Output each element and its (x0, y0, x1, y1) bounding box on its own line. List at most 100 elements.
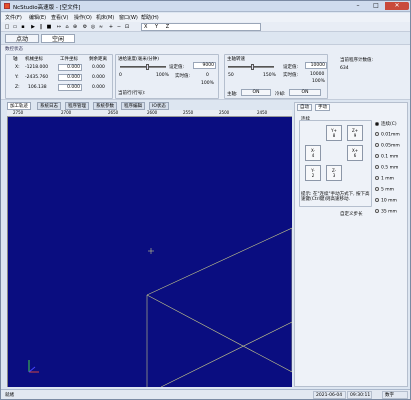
machine-y-value: -2435.760 (25, 75, 49, 80)
maximize-button[interactable]: □ (367, 2, 385, 10)
step-0.01-radio[interactable]: 0.01mm (375, 132, 400, 138)
view-tabs: 加工轨迹 系统日志 程序管理 系统参数 程序编辑 IO状态 (7, 102, 292, 110)
coord-x-label: X (144, 24, 148, 30)
spindle-on-button[interactable]: ON (241, 89, 271, 96)
menu-machine[interactable]: 机床(M) (96, 14, 114, 21)
step-0.05-radio[interactable]: 0.05mm (375, 143, 400, 149)
jog-y-plus-key: 8 (332, 133, 336, 138)
feed-min-label: 0 (119, 73, 122, 78)
jog-z-minus-button[interactable]: Z- 3 (326, 165, 342, 181)
menu-operate[interactable]: 操作(O) (74, 14, 92, 21)
manual-hint: 提示: 在"连续"手动方式下, 按下高速键(Ctrl键)则高速移动. (301, 192, 370, 202)
minimize-button[interactable]: – (349, 2, 367, 10)
tab-program-manager[interactable]: 程序管理 (65, 102, 89, 110)
work-y-field[interactable]: 0.000 (58, 74, 82, 81)
step-1-label: 1 mm (381, 176, 395, 182)
zoom-out-icon[interactable]: − (116, 24, 122, 30)
step-0.1-radio[interactable]: 0.1 mm (375, 154, 398, 160)
spindle-percent: 100% (312, 79, 325, 84)
step-0.01-label: 0.01mm (381, 132, 400, 138)
step-5-radio[interactable]: 5 mm (375, 187, 394, 193)
step-35-radio[interactable]: 35 mm (375, 209, 397, 215)
stop-icon[interactable]: ■ (46, 24, 52, 30)
zoom-in-icon[interactable]: + (108, 24, 114, 30)
fit-view-icon[interactable]: ⊡ (124, 24, 130, 30)
feed-slider[interactable] (120, 66, 166, 68)
step-1-radio[interactable]: 1 mm (375, 176, 394, 182)
tab-manual[interactable]: 手动 (315, 104, 330, 111)
home-icon[interactable]: ⌂ (64, 24, 70, 30)
current-position-icon (148, 248, 154, 254)
mode-jog-tab[interactable]: 点动 (5, 34, 39, 43)
new-file-icon[interactable]: □ (4, 24, 10, 30)
menu-view[interactable]: 查看(V) (51, 14, 68, 21)
spindle-set-label: 设定值: (283, 65, 299, 70)
spindle-slider-handle[interactable] (251, 64, 254, 70)
status-time: 09:30:11 (347, 391, 372, 399)
step-10-radio[interactable]: 10 mm (375, 198, 397, 204)
tab-system-log[interactable]: 系统日志 (37, 102, 61, 110)
feed-set-field[interactable]: 9000 (193, 62, 216, 69)
status-bar: 就绪 2021-06-04 09:30:11 数字 (1, 389, 410, 399)
step-0.5-radio[interactable]: 0.5 mm (375, 165, 398, 171)
tab-program-editor[interactable]: 程序编辑 (121, 102, 145, 110)
open-folder-icon[interactable]: ▭ (12, 24, 18, 30)
remaining-x-value: 0.000 (92, 65, 105, 70)
status-text: 就绪 (5, 393, 14, 398)
spindle-title: 主轴转速 (227, 57, 245, 62)
toolbar: □ ▭ ▪ ▶ ‖ ■ ↦ ⌂ ⊕ ⚙ ◎ ≈ + − ⊡ X Y Z (1, 22, 410, 32)
custom-step-button[interactable]: 自定义步长 (340, 211, 363, 217)
workcount-label: 当前程序计数值: (340, 58, 374, 63)
status-date: 2021-06-04 (313, 391, 346, 399)
jog-x-minus-button[interactable]: X- 4 (305, 145, 321, 161)
menu-bar: 文件(F) 编辑(E) 查看(V) 操作(O) 机床(M) 窗口(W) 帮助(H… (1, 13, 410, 22)
tab-auto[interactable]: 自动 (297, 104, 312, 111)
step-10-label: 10 mm (381, 198, 397, 204)
menu-window[interactable]: 窗口(W) (119, 14, 138, 21)
menu-help[interactable]: 帮助(H) (141, 14, 159, 21)
axis-header: 轴 (13, 57, 18, 62)
axis-z-label: Z: (15, 85, 20, 90)
toolpath-line (146, 294, 292, 373)
jog-x-plus-button[interactable]: X+ 6 (347, 145, 363, 161)
jog-x-plus-key: 6 (353, 153, 357, 158)
nc-state-panel: 数控状态 轴 机械坐标 工件坐标 剩余距离 X: -1218.000 0.000… (1, 44, 410, 100)
work-x-field[interactable]: 0.000 (58, 64, 82, 71)
remaining-header: 剩余距离 (89, 57, 107, 62)
origin-icon[interactable]: ⊕ (72, 24, 78, 30)
step-continuous-label: 连续(C) (381, 122, 397, 127)
spindle-set-field[interactable]: 10000 (305, 62, 327, 69)
machine-z-value: 106.138 (28, 85, 47, 90)
coolant-icon[interactable]: ≈ (98, 24, 104, 30)
spindle-icon[interactable]: ◎ (90, 24, 96, 30)
work-z-field[interactable]: 0.000 (58, 84, 82, 91)
feed-max-label: 100% (156, 73, 169, 78)
menu-edit[interactable]: 编辑(E) (29, 14, 46, 21)
tool-icon[interactable]: ⚙ (82, 24, 88, 30)
coordinate-input[interactable]: X Y Z (141, 23, 261, 31)
axis-indicator-icon (28, 360, 39, 373)
remaining-y-value: 0.000 (92, 75, 105, 80)
step-icon[interactable]: ↦ (56, 24, 62, 30)
coord-z-label: Z (165, 24, 170, 30)
mode-idle-tab[interactable]: 空闲 (41, 34, 75, 43)
spindle-actual-label: 实时值: (283, 73, 299, 78)
coolant-on-button[interactable]: ON (289, 89, 321, 96)
jog-y-plus-button[interactable]: Y+ 8 (326, 125, 342, 141)
tab-system-params[interactable]: 系统参数 (93, 102, 117, 110)
jog-y-minus-button[interactable]: Y- 2 (305, 165, 321, 181)
spindle-actual-value: 10000 (310, 72, 325, 77)
save-icon[interactable]: ▪ (20, 24, 26, 30)
pause-icon[interactable]: ‖ (38, 24, 44, 30)
spindle-max-label: 150% (263, 73, 276, 78)
title-bar: NcStudio高速版 - [空文件] – □ ✕ (1, 1, 410, 12)
menu-file[interactable]: 文件(F) (5, 14, 22, 21)
feed-slider-handle[interactable] (146, 64, 149, 70)
tab-io-status[interactable]: IO状态 (149, 102, 169, 110)
jog-z-plus-button[interactable]: Z+ 9 (347, 125, 363, 141)
tab-toolpath[interactable]: 加工轨迹 (7, 102, 31, 110)
step-continuous-radio[interactable]: 连续(C) (375, 121, 397, 127)
start-icon[interactable]: ▶ (30, 24, 36, 30)
toolpath-canvas[interactable]: 2750 2700 2650 2600 2550 2500 2450 (7, 110, 292, 387)
close-button[interactable]: ✕ (385, 2, 409, 10)
